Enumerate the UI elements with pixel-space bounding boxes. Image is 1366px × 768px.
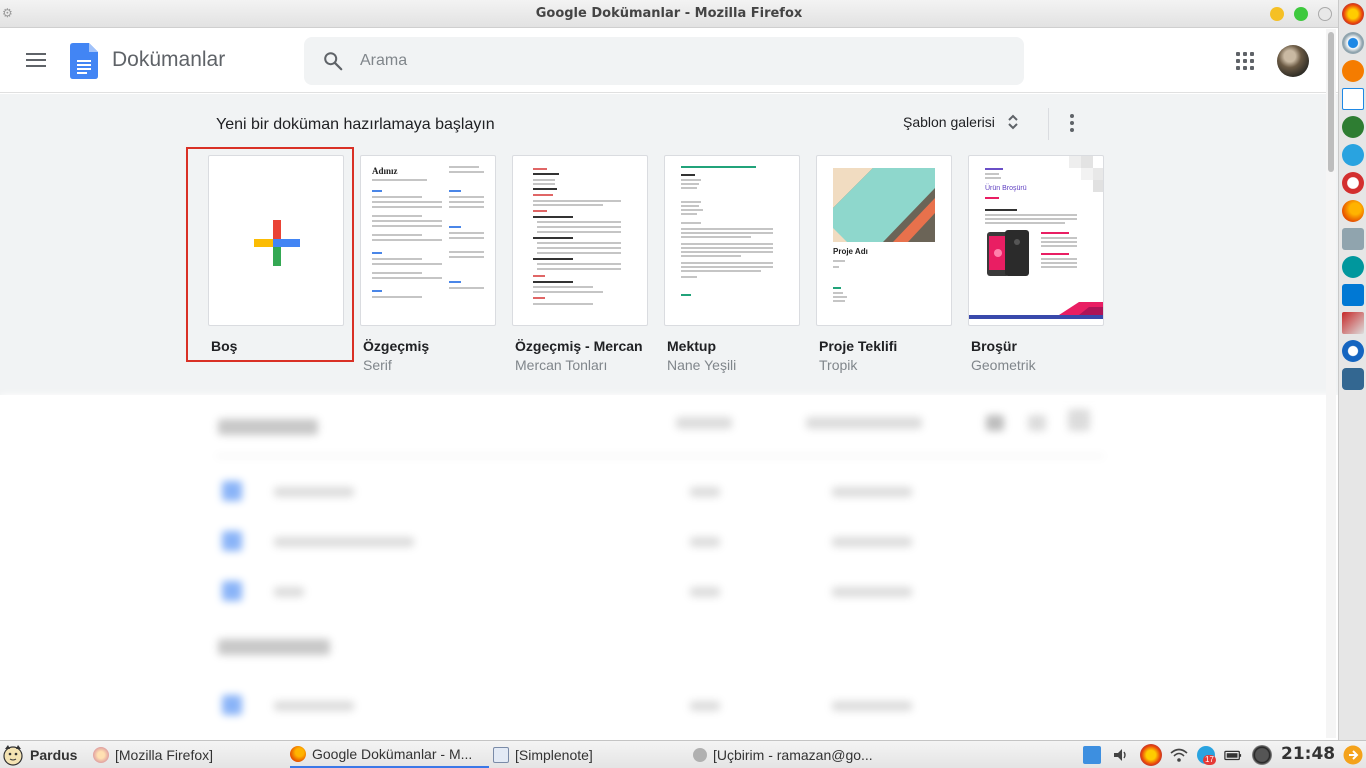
firefox-taskbar-icon — [290, 745, 306, 762]
close-button[interactable] — [1318, 7, 1332, 21]
maximize-button[interactable] — [1294, 7, 1308, 21]
template-subtitle: Tropik — [819, 357, 858, 373]
search-input[interactable] — [360, 49, 960, 73]
docs-logo-icon[interactable] — [70, 43, 98, 79]
template-brochure[interactable]: Ürün Broşürü Broşür Geometrik — [968, 155, 1104, 373]
phone-image — [987, 230, 1029, 276]
contacts-icon[interactable] — [1342, 116, 1364, 138]
vscode-icon[interactable] — [1342, 284, 1364, 306]
template-thumbnail[interactable]: Adınız — [360, 155, 496, 326]
volume-icon[interactable] — [1112, 746, 1130, 764]
main-menu-icon[interactable] — [26, 53, 46, 67]
template-name: Mektup — [667, 338, 716, 354]
recent-documents-blurred — [0, 395, 1338, 738]
notification-badge: 17 — [1203, 755, 1216, 765]
start-menu-button[interactable]: Pardus — [2, 741, 77, 768]
template-subtitle: Geometrik — [971, 357, 1036, 373]
template-thumbnail[interactable]: Proje Adı — [816, 155, 952, 326]
chromium-icon[interactable] — [1342, 32, 1364, 54]
logout-icon[interactable] — [1343, 745, 1363, 765]
template-gallery-label: Şablon galerisi — [903, 114, 995, 130]
window-menu-icon[interactable]: ⚙ — [2, 7, 14, 19]
taskbar-item-label: [Mozilla Firefox] — [115, 746, 214, 763]
brochure-footer-graphic — [969, 302, 1103, 319]
window-title: Google Dokümanlar - Mozilla Firefox — [535, 6, 803, 21]
taskbar-item-simplenote[interactable]: [Simplenote] — [493, 741, 593, 768]
taskbar-item-label: Google Dokümanlar - M... — [312, 745, 473, 762]
thumb-proposal-title: Proje Adı — [833, 247, 868, 256]
template-name: Broşür — [971, 338, 1017, 354]
search-bar[interactable] — [304, 37, 1024, 85]
taskbar-item-google-docs[interactable]: Google Dokümanlar - M... — [290, 741, 489, 768]
image-viewer-icon[interactable] — [1342, 312, 1364, 334]
postgresql-icon[interactable] — [1342, 368, 1364, 390]
template-blank[interactable]: Boş — [208, 155, 344, 357]
template-letter[interactable]: Mektup Nane Yeşili — [664, 155, 800, 373]
geometric-corner-graphic — [1069, 156, 1103, 192]
clock[interactable]: 21:48 — [1281, 744, 1335, 764]
right-dock — [1338, 0, 1366, 740]
simplenote-icon[interactable] — [1342, 340, 1364, 362]
thumb-resume-name: Adınız — [372, 166, 398, 176]
apps-launcher-icon[interactable] — [1236, 52, 1254, 70]
taskbar-item-firefox[interactable]: [Mozilla Firefox] — [93, 741, 213, 768]
unfold-icon — [1008, 114, 1018, 130]
telegram-icon[interactable] — [1342, 144, 1364, 166]
template-project-proposal[interactable]: Proje Adı Proje Teklifi Tropik — [816, 155, 952, 373]
app-name[interactable]: Dokümanlar — [112, 48, 225, 72]
app-header: Dokümanlar — [0, 29, 1338, 93]
template-resume-serif[interactable]: Adınız Özgeçmiş Serif — [360, 155, 496, 373]
presentation-app-icon[interactable] — [1342, 60, 1364, 82]
battery-icon[interactable] — [1224, 746, 1242, 764]
template-resume-coral[interactable]: Özgeçmiş - Mercan Mercan Tonları — [512, 155, 648, 373]
template-name: Özgeçmiş - Mercan — [515, 338, 643, 354]
opera-icon[interactable] — [1342, 172, 1364, 194]
template-name: Boş — [211, 338, 238, 354]
search-icon[interactable] — [322, 50, 344, 72]
firefox-taskbar-icon — [93, 746, 109, 763]
system-tool-icon[interactable] — [1342, 228, 1364, 250]
pardus-logo-icon — [3, 744, 23, 766]
template-name: Özgeçmiş — [363, 338, 430, 354]
thumb-brochure-title: Ürün Broşürü — [985, 185, 1027, 192]
gallery-heading: Yeni bir doküman hazırlamaya başlayın — [216, 116, 495, 133]
firefox-dev-tray-icon[interactable] — [1140, 744, 1162, 766]
template-gallery: Yeni bir doküman hazırlamaya başlayın Şa… — [0, 94, 1338, 395]
plus-icon — [254, 220, 300, 266]
arduino-icon[interactable] — [1342, 256, 1364, 278]
template-subtitle: Serif — [363, 357, 392, 373]
template-thumbnail[interactable] — [664, 155, 800, 326]
template-subtitle: Nane Yeşili — [667, 357, 737, 373]
record-icon[interactable] — [1252, 745, 1272, 765]
firefox-icon[interactable] — [1342, 200, 1364, 222]
template-subtitle: Mercan Tonları — [515, 357, 608, 373]
more-options-icon[interactable] — [1066, 114, 1078, 134]
template-gallery-button[interactable]: Şablon galerisi — [903, 114, 1019, 130]
taskbar-item-terminal[interactable]: [Uçbirim - ramazan@go... — [693, 741, 873, 768]
wifi-icon[interactable] — [1170, 746, 1188, 764]
divider — [1048, 108, 1049, 140]
template-thumbnail[interactable] — [208, 155, 344, 326]
template-thumbnail[interactable] — [512, 155, 648, 326]
template-thumbnail[interactable]: Ürün Broşürü — [968, 155, 1104, 326]
text-editor-icon[interactable] — [1342, 88, 1364, 110]
window-titlebar: ⚙ Google Dokümanlar - Mozilla Firefox — [0, 0, 1338, 28]
proposal-cover-graphic — [833, 168, 935, 242]
taskbar-item-label: [Uçbirim - ramazan@go... — [713, 746, 873, 763]
account-avatar[interactable] — [1277, 45, 1309, 77]
template-name: Proje Teklifi — [819, 338, 898, 354]
terminal-taskbar-icon — [693, 747, 707, 762]
window-taskbar-icon — [493, 746, 509, 763]
files-tray-icon[interactable] — [1083, 746, 1101, 764]
page-scrollbar-thumb[interactable] — [1328, 32, 1334, 172]
taskbar-item-label: [Simplenote] — [515, 746, 593, 763]
taskbar: Pardus [Mozilla Firefox] Google Dokümanl… — [0, 740, 1366, 768]
start-label: Pardus — [30, 746, 78, 763]
minimize-button[interactable] — [1270, 7, 1284, 21]
firefox-dev-icon[interactable] — [1342, 3, 1364, 25]
